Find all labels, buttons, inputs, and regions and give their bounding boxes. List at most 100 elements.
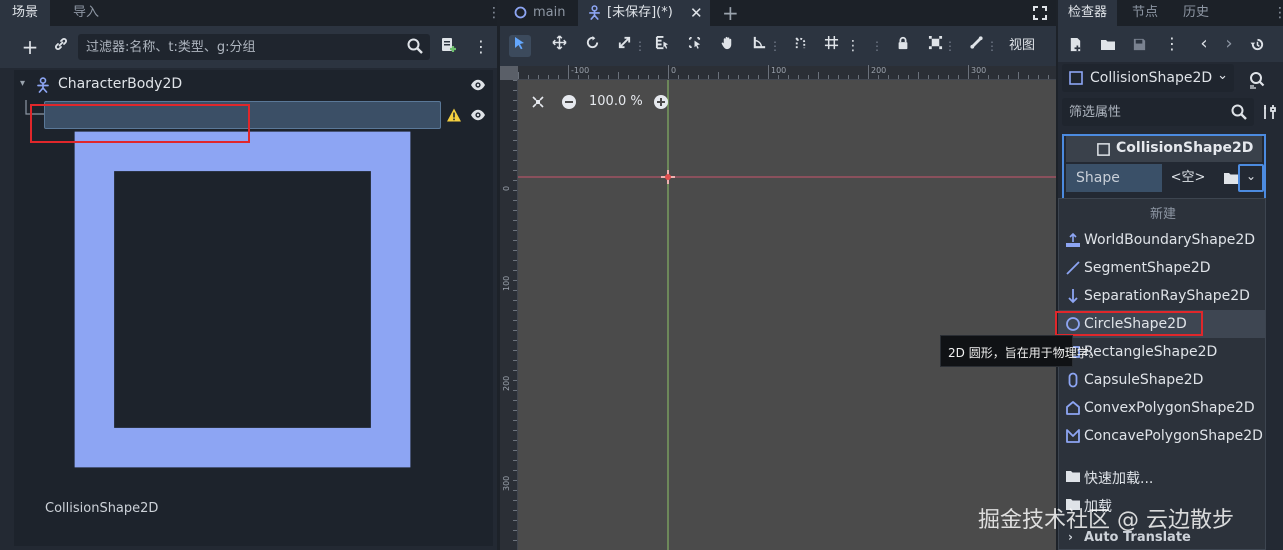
inspector-more-button[interactable]: ⋮ — [1161, 33, 1183, 55]
pan-mode-button[interactable] — [716, 35, 738, 57]
menu-item-convex-polygon[interactable]: ConvexPolygonShape2D — [1059, 394, 1265, 422]
property-value-shape[interactable]: <空> — [1166, 164, 1210, 192]
tab-history[interactable]: 历史 — [1173, 0, 1219, 26]
select-mode-button[interactable] — [509, 35, 531, 57]
ruler-tick — [513, 440, 517, 441]
node-documentation-icon[interactable] — [1247, 69, 1267, 89]
ruler-tick — [918, 72, 919, 79]
menu-item-capsule[interactable]: CapsuleShape2D — [1059, 366, 1265, 394]
ruler-tick — [513, 250, 517, 251]
move-mode-button[interactable] — [548, 35, 570, 57]
folder-icon[interactable] — [1223, 171, 1239, 185]
zoom-out-icon[interactable] — [561, 94, 577, 110]
list-select-button[interactable] — [651, 35, 673, 57]
collapse-arrow-icon[interactable]: ▾ — [20, 78, 30, 90]
pivot-mode-button[interactable] — [683, 35, 705, 57]
property-filter-input[interactable] — [1069, 103, 1219, 121]
visibility-eye-icon[interactable] — [470, 77, 486, 93]
dock-menu-icon[interactable]: ⋮ — [487, 4, 501, 22]
ruler-tick — [658, 75, 659, 79]
grid-snap-icon — [824, 35, 838, 50]
menu-item-world-boundary[interactable]: WorldBoundaryShape2D — [1059, 226, 1265, 254]
menu-item-segment[interactable]: SegmentShape2D — [1059, 254, 1265, 282]
ruler-tick — [513, 80, 517, 81]
ruler-tick — [513, 310, 517, 311]
tab-scene[interactable]: 场景 — [0, 0, 51, 26]
ruler-label: 0 — [502, 185, 511, 191]
hand-icon — [721, 36, 731, 50]
instance-scene-button[interactable] — [50, 36, 72, 58]
new-resource-icon[interactable] — [1068, 37, 1083, 52]
attach-script-button[interactable] — [438, 36, 460, 58]
add-node-button[interactable]: + — [19, 36, 41, 58]
ruler-tick — [868, 65, 869, 79]
tools-icon[interactable] — [1261, 104, 1277, 120]
visibility-eye-icon[interactable] — [470, 107, 486, 123]
save-icon[interactable] — [1132, 37, 1147, 52]
ruler-label: 100 — [771, 66, 787, 75]
tab-node[interactable]: 节点 — [1122, 0, 1168, 26]
center-view-icon[interactable] — [530, 94, 546, 110]
ruler-tick — [513, 120, 517, 121]
tab-main-scene[interactable]: main — [504, 0, 576, 26]
rotate-mode-button[interactable] — [581, 35, 603, 57]
snap-options-button[interactable]: ⋮ — [846, 35, 860, 57]
tab-unsaved-label: [未保存](*) — [607, 5, 673, 20]
scene-more-button[interactable]: ⋮ — [470, 36, 492, 58]
ruler-tick — [513, 210, 517, 211]
ruler-tick — [778, 75, 779, 79]
scene-filter-input[interactable] — [86, 38, 396, 56]
lock-button[interactable] — [892, 35, 914, 57]
scale-mode-button[interactable] — [613, 35, 635, 57]
zoom-in-icon[interactable] — [653, 94, 669, 110]
history-back-button[interactable]: ‹ — [1193, 33, 1215, 55]
menu-item-concave-polygon[interactable]: ConcavePolygonShape2D — [1059, 422, 1265, 450]
warning-icon[interactable] — [446, 107, 462, 123]
menu-item-quick-load[interactable]: 快速加载... — [1059, 462, 1265, 490]
object-history-icon[interactable] — [1250, 37, 1265, 52]
ruler-label: 0 — [671, 66, 677, 75]
dock-menu-icon[interactable]: ⋮ — [1273, 4, 1283, 22]
group-button[interactable] — [924, 35, 946, 57]
section-title: CollisionShape2D — [1116, 140, 1254, 156]
ruler-tick — [818, 72, 819, 79]
grid-snap-button[interactable] — [820, 35, 842, 57]
folder-open-icon[interactable] — [1100, 37, 1116, 52]
canvas-2d[interactable]: 100.0 % — [518, 80, 1056, 550]
distraction-free-icon[interactable] — [1032, 5, 1048, 21]
menu-item-separation-ray[interactable]: SeparationRayShape2D — [1059, 282, 1265, 310]
shape-dropdown-button[interactable]: ⌄ — [1238, 164, 1264, 192]
ruler-tick — [513, 150, 517, 151]
character-body-icon — [589, 5, 600, 20]
ruler-corner — [500, 66, 518, 80]
section-header-collision-shape[interactable]: CollisionShape2D — [1066, 136, 1262, 162]
tree-row-character-body[interactable]: ▾ CharacterBody2D — [14, 72, 493, 98]
tab-inspector[interactable]: 检查器 — [1058, 0, 1118, 26]
skeleton-button[interactable] — [965, 35, 987, 57]
object-selector[interactable]: CollisionShape2D ⌄ — [1062, 64, 1234, 92]
smart-snap-button[interactable] — [789, 35, 811, 57]
view-menu-button[interactable]: 视图 — [1004, 35, 1040, 57]
ruler-tick — [708, 75, 709, 79]
group-icon — [928, 35, 942, 50]
canvas-axes — [518, 80, 1056, 550]
tab-unsaved-scene[interactable]: [未保存](*) ✕ — [578, 0, 710, 26]
tab-import[interactable]: 导入 — [61, 0, 111, 26]
ruler-tick — [628, 75, 629, 79]
search-icon — [1231, 104, 1247, 120]
ruler-tick — [513, 270, 517, 271]
ruler-tick — [513, 380, 517, 381]
ruler-tick — [528, 75, 529, 79]
ruler-tick — [838, 75, 839, 79]
ruler-tick — [513, 220, 517, 221]
ruler-mode-button[interactable] — [748, 35, 770, 57]
zoom-level[interactable]: 100.0 % — [589, 94, 643, 109]
ruler-angle-icon — [753, 36, 765, 49]
history-forward-button[interactable]: › — [1218, 33, 1240, 55]
close-tab-icon[interactable]: ✕ — [690, 0, 703, 26]
ruler-label: 300 — [971, 66, 987, 75]
ruler-tick — [513, 340, 517, 341]
ruler-tick — [588, 75, 589, 79]
ruler-tick — [638, 75, 639, 79]
add-scene-tab-button[interactable]: + — [722, 0, 742, 26]
